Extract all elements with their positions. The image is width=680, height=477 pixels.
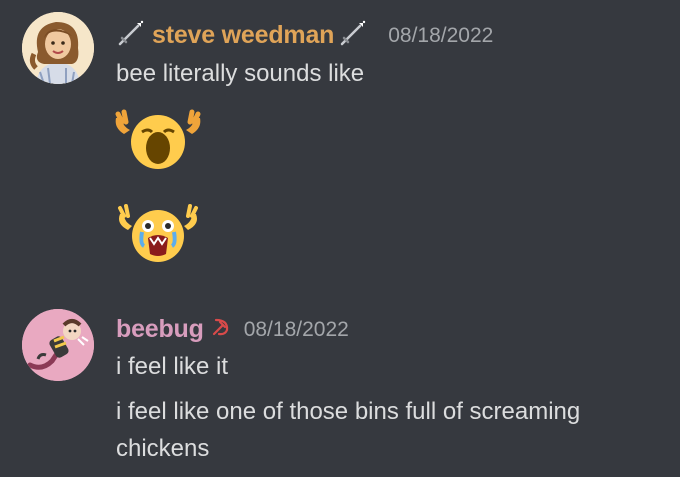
avatar-woman-icon [22,12,94,84]
sword-icon [116,18,146,53]
screaming-face-emoji [112,104,204,179]
message-text: bee literally sounds like [116,60,365,87]
timestamp: 08/18/2022 [388,23,494,47]
timestamp: 08/18/2022 [243,317,349,341]
message-header: beebug 08/18/2022 [116,315,349,344]
avatar[interactable] [22,12,94,84]
message-text: i feel like it [116,353,229,380]
username[interactable]: beebug [116,315,204,344]
avatar-bee-character-icon [22,309,94,381]
username[interactable]: steve weedman [152,21,334,50]
crying-screaming-face-emoji [112,196,204,271]
message-text: i feel like one of those bins full of sc… [116,398,581,462]
hammer-sickle-icon [210,316,232,343]
message-header: steve weedman 08/18/2022 [116,18,493,53]
avatar[interactable] [22,309,94,381]
sword-icon [338,18,368,53]
